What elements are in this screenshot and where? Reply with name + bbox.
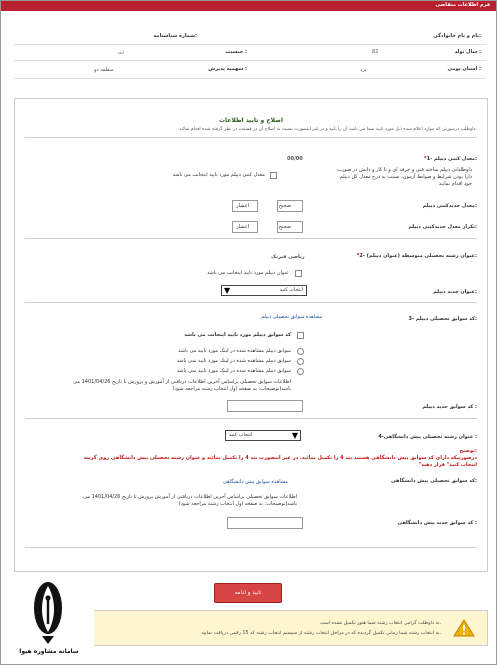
logo-text: سامانه مشاوره هیوا bbox=[19, 648, 79, 655]
section-title: اصلاح و تایید اطلاعات bbox=[218, 117, 284, 124]
pre-uni-code-label: کد سوابق تحصیلی پیش دانشگاهی: bbox=[391, 478, 477, 484]
divider bbox=[25, 418, 477, 419]
field-label: *2- عنوان رشته تحصیلی متوسطه (عنوان دیپل… bbox=[357, 253, 477, 259]
name-label: نام و نام خانوادگی: bbox=[433, 33, 481, 39]
code-confirm-checkbox[interactable] bbox=[297, 332, 304, 339]
divider bbox=[14, 44, 486, 45]
province-value: یزد bbox=[360, 67, 367, 73]
note-line-2: "انتخاب کنید" قرار دهید bbox=[418, 462, 477, 468]
form-header-bar: فرم اطلاعات متقاضی bbox=[1, 1, 496, 11]
gpa-label: *1- معدل کتبی دیپلم: bbox=[424, 156, 477, 162]
birth-label: سال تولد : bbox=[454, 49, 481, 55]
code-radio-3[interactable] bbox=[297, 368, 304, 375]
new-field-select[interactable]: ▼ انتخاب کنید bbox=[221, 285, 307, 296]
new-field-label: عنوان جدید دیپلم: bbox=[433, 289, 477, 295]
note-line-1: درصورتیکه دارای کد سوابق پیش دانشگاهی هس… bbox=[83, 455, 477, 461]
field-confirm-checkbox[interactable] bbox=[295, 270, 302, 277]
warning-icon bbox=[453, 619, 475, 637]
divider bbox=[25, 302, 477, 303]
confirm-continue-button[interactable]: تایید و ادامه bbox=[214, 583, 282, 603]
note-title: توضیح: bbox=[459, 448, 478, 454]
new-gpa-label: معدل جدیدکتبی دیپلم: bbox=[422, 203, 477, 209]
pre-uni-info-1: اطلاعات سوابق تحصیلی براساس آخرین اطلاعا… bbox=[83, 494, 297, 500]
code-radio-2-label: سوابق دیپلم مشاهده شده در لینک مورد تایی… bbox=[176, 358, 291, 364]
gpa-help-1: داوطلبانی دیپلم ساخته فنی و حرفه ای و یا… bbox=[337, 167, 472, 173]
pre-uni-info-2: باشد(توضیحات: به صفحه اول انتخاب رشته مر… bbox=[178, 501, 297, 507]
form-title: فرم اطلاعات متقاضی bbox=[435, 2, 490, 8]
repeat-gpa-label: تکرار معدل جدیدکتبی دیپلم: bbox=[408, 224, 477, 230]
gpa-value: 00/00 bbox=[287, 156, 303, 162]
divider bbox=[25, 238, 477, 239]
gpa-confirm-text: معدل کتبی دیپلم مورد تایید اینجانب می با… bbox=[172, 172, 265, 178]
hiva-logo: سامانه مشاوره هیوا bbox=[2, 578, 94, 664]
field-value: ریاضی فیزیک bbox=[271, 254, 305, 260]
code-label: 3- کد سوابق تحصیلی دیپلم: bbox=[408, 316, 477, 322]
integer-label: صحیح bbox=[278, 203, 291, 209]
id-label: شماره شناسنامه: bbox=[153, 33, 197, 39]
quota-label: سهمیه پذیرش : bbox=[208, 66, 247, 72]
new-pre-uni-code-label: کد سوابق جدید پیش دانشگاهی : bbox=[397, 520, 477, 526]
confirm-panel: اصلاح و تایید اطلاعات داوطلب درصورتی که … bbox=[14, 98, 488, 572]
gpa-confirm-checkbox[interactable] bbox=[270, 172, 277, 179]
field-label-text: 2- عنوان رشته تحصیلی متوسطه (عنوان دیپلم… bbox=[359, 253, 477, 259]
integer-label: صحیح bbox=[278, 224, 291, 230]
section-divider bbox=[25, 137, 477, 138]
field-confirm-text: عنوان دیپلم مورد تایید اینجانب می باشد bbox=[206, 270, 289, 276]
warning-line-1: به داوطلب گرامی انتخاب رشته شما هنوز تکم… bbox=[319, 621, 441, 626]
pre-uni-label: 4-عنوان رشته تحصیلی پیش دانشگاهی : bbox=[378, 434, 477, 440]
new-code-label: کد سوابق جدید دیپلم : bbox=[422, 404, 477, 410]
code-radio-1-label: سوابق دیپلم مشاهده شده در لینک مورد تایی… bbox=[178, 348, 291, 354]
pre-uni-select-value: انتخاب کنید bbox=[229, 432, 253, 438]
view-pre-uni-records-link[interactable]: مشاهده سوابق پیش دانشگاهی bbox=[223, 479, 288, 485]
pre-uni-select[interactable]: ▼ انتخاب کنید bbox=[225, 430, 301, 441]
view-diploma-records-link[interactable]: مشاهده سوابق تحصیلی دیپلم bbox=[261, 314, 322, 320]
chevron-down-icon: ▼ bbox=[224, 286, 231, 295]
code-radio-2[interactable] bbox=[297, 358, 304, 365]
code-confirm-text: کد سوابق دیپلم مورد تایید اینجانب می باش… bbox=[184, 332, 291, 338]
decimal-label: اعشار bbox=[236, 203, 249, 209]
divider bbox=[25, 547, 477, 548]
warning-line-2: به انتخاب رشته شما زمانی تکمیل گردیده که… bbox=[201, 631, 441, 636]
section-note: داوطلب درصورتی که موارد اعلام شده ذیل مو… bbox=[179, 127, 477, 132]
new-code-input[interactable] bbox=[227, 400, 303, 412]
birth-value: 82 bbox=[372, 49, 379, 55]
quota-value: منطقه دو bbox=[94, 67, 114, 73]
decimal-label: اعشار bbox=[236, 224, 249, 230]
gpa-help-2: دارا بودن شرایط و ضوابط آزمون، نسبت به د… bbox=[339, 174, 472, 180]
new-pre-uni-code-input[interactable] bbox=[227, 517, 303, 529]
gender-value: زن bbox=[118, 49, 125, 55]
gpa-help-3: خود اقدام نمایند bbox=[438, 181, 472, 187]
pen-logo-icon bbox=[34, 582, 62, 644]
province-label: استان بومی : bbox=[447, 66, 481, 72]
gpa-label-text: 1- معدل کتبی دیپلم: bbox=[426, 156, 477, 162]
code-info-1: اطلاعات سوابق تحصیلی براساس آخرین اطلاعا… bbox=[73, 379, 291, 385]
chevron-down-icon: ▼ bbox=[291, 431, 298, 440]
new-field-select-value: انتخاب کنید bbox=[279, 287, 303, 293]
gender-label: جنسیت : bbox=[225, 49, 247, 55]
divider bbox=[14, 78, 486, 79]
code-info-2: باشد(توضیحات: به صفحه اول انتخاب رشته مر… bbox=[172, 386, 291, 392]
code-radio-1[interactable] bbox=[297, 348, 304, 355]
divider bbox=[14, 60, 486, 61]
code-radio-3-label: سوابق دیپلم مشاهده شده در لینک مورد تایی… bbox=[176, 368, 291, 374]
